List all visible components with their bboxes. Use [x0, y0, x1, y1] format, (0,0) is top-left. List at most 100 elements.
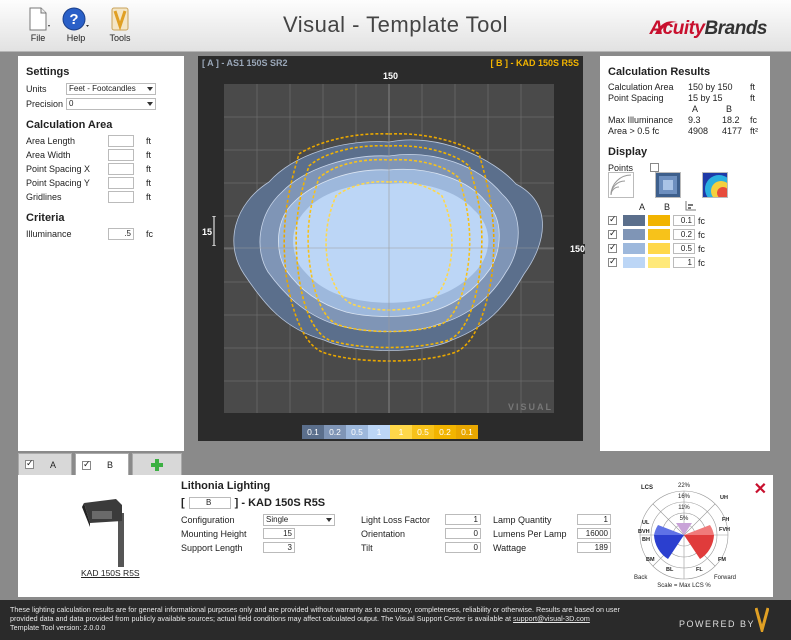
- max-illuminance-label: Max Illuminance: [608, 114, 674, 125]
- wattage-label: Wattage: [493, 542, 527, 553]
- level-swatch-a[interactable]: [623, 215, 645, 226]
- area-length-input[interactable]: [108, 135, 134, 147]
- display-col-b: B: [663, 202, 670, 212]
- bug-pct-11: 11%: [678, 505, 690, 511]
- results-heading: Calculation Results: [608, 66, 711, 78]
- level-swatch-a[interactable]: [623, 243, 645, 254]
- level-row: 1fc: [608, 256, 706, 268]
- configuration-row: Configuration Single: [181, 514, 335, 526]
- sort-levels-icon[interactable]: [684, 200, 698, 212]
- area-width-input[interactable]: [108, 149, 134, 161]
- llf-label: Light Loss Factor: [361, 514, 431, 525]
- level-swatch-a[interactable]: [623, 257, 645, 268]
- lumens-input[interactable]: 16000: [577, 528, 611, 539]
- add-luminaire-tab[interactable]: [132, 453, 182, 475]
- calc-area-heading: Calculation Area: [26, 119, 113, 131]
- wattage-input[interactable]: 189: [577, 542, 611, 553]
- tab-a-checkbox[interactable]: [25, 458, 34, 469]
- point-spacing-y-unit: ft: [146, 178, 152, 188]
- calc-area-result-unit: ft: [750, 81, 756, 92]
- units-select[interactable]: Feet - Footcandles: [66, 82, 156, 95]
- support-email-link[interactable]: support@visual-3D.com: [513, 614, 590, 623]
- spacing-result-label: Point Spacing: [608, 92, 664, 103]
- level-value-input[interactable]: 0.2: [673, 229, 695, 240]
- luminaire-id-input[interactable]: B: [188, 497, 231, 509]
- tab-b-label: B: [107, 460, 114, 470]
- area-above-b: 4177: [722, 125, 743, 136]
- spacing-dimension-label: 15: [202, 227, 213, 237]
- title-bracket-open: [: [181, 497, 185, 509]
- level-value-input[interactable]: 0.5: [673, 243, 695, 254]
- lamp-qty-input[interactable]: 1: [577, 514, 611, 525]
- isoline-view-button[interactable]: [608, 172, 634, 198]
- tab-b-checkbox[interactable]: [82, 459, 91, 470]
- manufacturer-name: Lithonia Lighting: [181, 480, 271, 492]
- llf-input[interactable]: 1: [445, 514, 481, 525]
- area-length-label: Area Length: [26, 136, 76, 146]
- level-unit: fc: [698, 257, 706, 268]
- point-spacing-x-input[interactable]: [108, 163, 134, 175]
- tab-a[interactable]: A: [18, 453, 72, 475]
- tilt-row: Tilt 0: [361, 542, 481, 553]
- powered-by-label: POWERED BY: [678, 619, 755, 629]
- bug-label-bl: BL: [666, 567, 674, 573]
- bug-rating-chart: LCS 22% 16% 11% 5% UH UL BVH BH FVH FH B…: [634, 483, 736, 589]
- level-checkbox[interactable]: [608, 214, 617, 225]
- criteria-heading: Criteria: [26, 212, 65, 224]
- gridlines-label: Gridlines: [26, 192, 62, 202]
- configuration-select-value: Single: [266, 515, 289, 524]
- result-col-a: A: [692, 103, 699, 114]
- luminaire-a-label: [ A ] - AS1 150S SR2: [202, 58, 288, 68]
- level-swatch-b[interactable]: [648, 257, 670, 268]
- level-checkbox[interactable]: [608, 228, 617, 239]
- level-row: 0.5fc: [608, 242, 706, 254]
- level-value-input[interactable]: 1: [673, 257, 695, 268]
- filled-view-icon: [659, 176, 677, 194]
- level-checkbox[interactable]: [608, 256, 617, 267]
- precision-select[interactable]: 0: [66, 97, 156, 110]
- precision-select-value: 0: [69, 98, 74, 108]
- level-checkbox[interactable]: [608, 242, 617, 253]
- illuminance-unit: fc: [146, 229, 154, 239]
- level-swatch-b[interactable]: [648, 243, 670, 254]
- level-unit: fc: [698, 243, 706, 254]
- max-illuminance-unit: fc: [750, 114, 758, 125]
- isoline-plot: [209, 84, 554, 413]
- level-swatch-b[interactable]: [648, 215, 670, 226]
- orientation-input[interactable]: 0: [445, 528, 481, 539]
- footer: These lighting calculation results are f…: [0, 600, 791, 640]
- filled-view-button[interactable]: [655, 172, 681, 198]
- isoline-plot-area[interactable]: [ A ] - AS1 150S SR2 [ B ] - KAD 150S R5…: [198, 56, 585, 441]
- point-spacing-x-unit: ft: [146, 164, 152, 174]
- tab-b[interactable]: B: [75, 453, 129, 476]
- points-checkbox[interactable]: [650, 163, 659, 172]
- disclaimer-line-1: These lighting calculation results are f…: [10, 605, 620, 614]
- luminaire-image-caption[interactable]: KAD 150S R5S: [81, 568, 140, 578]
- configuration-select[interactable]: Single: [263, 514, 335, 526]
- mounting-label: Mounting Height: [181, 528, 247, 539]
- isoline-svg: [209, 84, 554, 413]
- illuminance-label: Illuminance: [26, 229, 72, 239]
- units-select-value: Feet - Footcandles: [69, 83, 136, 93]
- illuminance-input[interactable]: .5: [108, 228, 134, 240]
- point-spacing-y-input[interactable]: [108, 177, 134, 189]
- mounting-input[interactable]: 15: [263, 528, 295, 539]
- bug-label-bvh: BVH: [638, 529, 650, 535]
- bug-label-uh: UH: [720, 495, 728, 501]
- color-map-view-button[interactable]: [702, 172, 733, 203]
- legend-b-0.1: 0.1: [456, 425, 478, 439]
- legend-b-1: 1: [390, 425, 412, 439]
- bug-label-back: Back: [634, 575, 648, 581]
- luminaire-image: [82, 499, 124, 567]
- level-value-input[interactable]: 0.1: [673, 215, 695, 226]
- configuration-label: Configuration: [181, 515, 235, 525]
- gridlines-input[interactable]: [108, 191, 134, 203]
- spacing-result-unit: ft: [750, 92, 756, 103]
- luminaire-title: ] - KAD 150S R5S: [234, 497, 326, 509]
- support-input[interactable]: 3: [263, 542, 295, 553]
- support-label: Support Length: [181, 542, 243, 553]
- level-swatch-b[interactable]: [648, 229, 670, 240]
- level-swatch-a[interactable]: [623, 229, 645, 240]
- close-icon[interactable]: ✕: [754, 479, 767, 499]
- tilt-input[interactable]: 0: [445, 542, 481, 553]
